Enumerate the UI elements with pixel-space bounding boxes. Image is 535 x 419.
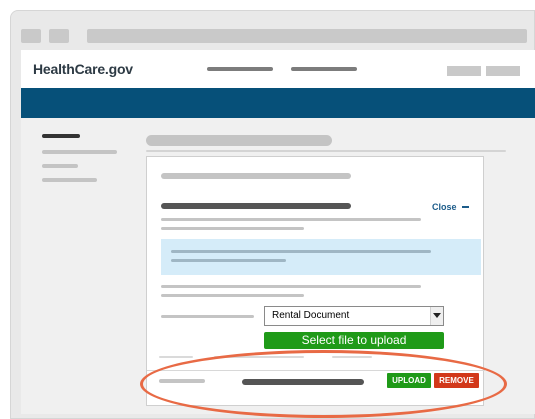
address-bar[interactable] <box>87 29 527 43</box>
page-title-placeholder <box>146 135 332 146</box>
header-button-placeholder[interactable] <box>486 66 520 76</box>
file-label-placeholder <box>159 379 205 383</box>
window-control[interactable] <box>49 29 69 43</box>
brand-banner <box>21 88 535 118</box>
minus-icon <box>461 205 469 208</box>
field-label-placeholder <box>161 315 254 318</box>
text-line-placeholder <box>161 294 304 297</box>
text-line-placeholder <box>161 285 421 288</box>
site-page: HealthCare.gov Close Rental Document Sel… <box>21 50 535 414</box>
section-title-placeholder <box>161 203 351 209</box>
info-box <box>161 239 481 275</box>
footer-text-placeholder <box>159 356 193 358</box>
select-value: Rental Document <box>272 310 350 321</box>
divider <box>146 150 506 152</box>
site-logo[interactable]: HealthCare.gov <box>33 61 133 77</box>
footer-text-placeholder <box>214 356 304 358</box>
info-text-placeholder <box>171 259 286 262</box>
file-name-placeholder <box>242 379 364 385</box>
close-button[interactable]: Close <box>432 202 469 212</box>
sidebar-item-placeholder[interactable] <box>42 164 78 168</box>
modal-heading-placeholder <box>161 173 351 179</box>
info-text-placeholder <box>171 250 431 253</box>
footer-text-placeholder <box>332 356 372 358</box>
close-label: Close <box>432 202 457 212</box>
document-type-select[interactable]: Rental Document <box>264 306 444 326</box>
window-control[interactable] <box>21 29 41 43</box>
chevron-down-icon[interactable] <box>430 307 443 325</box>
sidebar-heading-placeholder <box>42 134 80 138</box>
nav-link-placeholder[interactable] <box>291 67 357 71</box>
header-button-placeholder[interactable] <box>447 66 481 76</box>
sidebar-item-placeholder[interactable] <box>42 178 97 182</box>
remove-button[interactable]: REMOVE <box>434 373 479 388</box>
text-line-placeholder <box>161 218 421 221</box>
sidebar-item-placeholder[interactable] <box>42 150 117 154</box>
nav-link-placeholder[interactable] <box>207 67 273 71</box>
select-file-button[interactable]: Select file to upload <box>264 332 444 349</box>
upload-button[interactable]: UPLOAD <box>387 373 431 388</box>
upload-modal: Close Rental Document Select file to upl… <box>146 156 485 406</box>
text-line-placeholder <box>161 227 304 230</box>
site-header: HealthCare.gov <box>21 50 535 88</box>
divider <box>147 370 485 371</box>
